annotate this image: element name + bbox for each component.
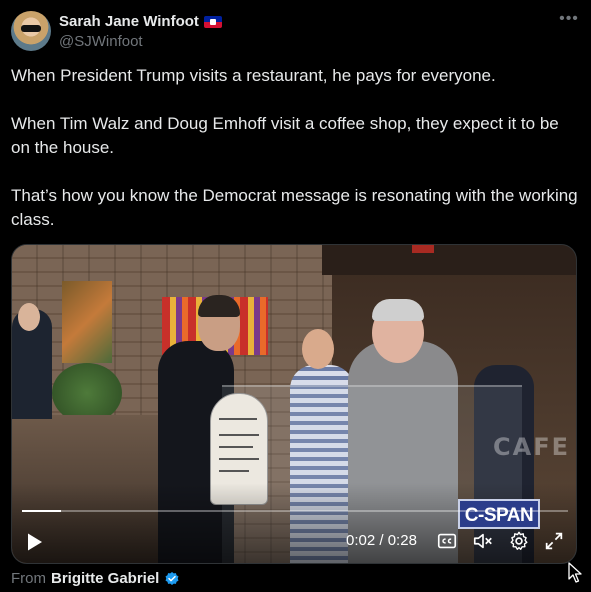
cspan-watermark: C-SPAN [458, 499, 540, 529]
settings-icon[interactable] [508, 530, 530, 552]
author-handle[interactable]: @SJWinfoot [59, 33, 222, 50]
verified-badge-icon [165, 571, 179, 585]
avatar[interactable] [11, 11, 51, 51]
author-display-name-row[interactable]: Sarah Jane Winfoot [59, 13, 222, 30]
play-icon[interactable] [22, 530, 46, 554]
video-attribution: From Brigitte Gabriel [11, 570, 180, 587]
video-progress-bar[interactable] [22, 510, 568, 512]
tweet-paragraph: That’s how you know the Democrat message… [11, 186, 578, 229]
mute-icon[interactable] [472, 530, 494, 552]
video-time-current: 0:02 [346, 532, 376, 549]
video-progress-fill [22, 510, 61, 512]
author-display-name[interactable]: Sarah Jane Winfoot [59, 13, 199, 30]
captions-icon[interactable] [436, 530, 458, 552]
author-block: Sarah Jane Winfoot @SJWinfoot [59, 13, 222, 50]
fullscreen-icon[interactable] [543, 530, 565, 552]
video-player[interactable]: CAFE C-SPAN 0:02 / 0:28 [11, 244, 577, 564]
plant [52, 363, 122, 423]
haiti-flag-icon [203, 15, 222, 28]
attribution-name[interactable]: Brigitte Gabriel [51, 570, 159, 587]
video-time-separator: / [379, 532, 384, 549]
tweet-paragraph: When Tim Walz and Doug Emhoff visit a co… [11, 114, 559, 157]
tweet-header: Sarah Jane Winfoot @SJWinfoot ••• [11, 11, 579, 53]
attribution-prefix: From [11, 570, 46, 587]
more-dots-icon[interactable]: ••• [559, 11, 579, 29]
painting [62, 281, 112, 363]
cafe-sign: CAFE [493, 433, 570, 461]
tweet-paragraph: When President Trump visits a restaurant… [11, 66, 496, 85]
tweet-text: When President Trump visits a restaurant… [11, 64, 581, 256]
video-time-total: 0:28 [387, 532, 417, 549]
mouse-cursor-icon [568, 562, 582, 583]
video-time: 0:02 / 0:28 [346, 532, 417, 549]
